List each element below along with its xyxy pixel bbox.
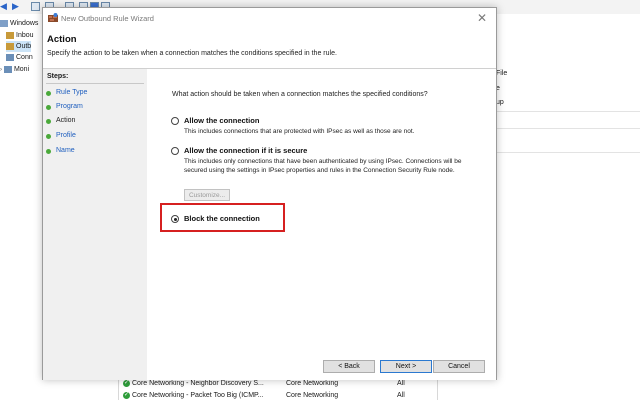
step-status-icon [46,149,51,154]
highlight-box [160,203,285,232]
page-subtitle: Specify the action to be taken when a co… [47,50,337,57]
actions-pane: File e up [496,60,640,160]
firewall-icon [0,19,8,27]
option-label[interactable]: Allow the connection [184,116,259,125]
action-item[interactable]: up [496,99,504,106]
option-description: This includes only connections that have… [184,158,462,174]
step-status-icon [46,105,51,110]
step-label: Profile [56,132,76,139]
rule-name: Core Networking - Neighbor Discovery S..… [132,380,264,387]
question-text: What action should be taken when a conne… [172,91,428,98]
folder-icon[interactable] [31,2,40,11]
tree-item-label: Windows [10,20,39,27]
table-row[interactable]: ✓ Core Networking - Packet Too Big (ICMP.… [123,390,433,401]
tree-item-monitoring[interactable]: › Moni [0,64,29,75]
tree-item-label: Outb [16,43,32,50]
step-name[interactable]: Name [43,145,147,157]
console-tree: Windows Inbou Outb Conn › Moni [0,14,42,400]
step-rule-type[interactable]: Rule Type [43,87,147,99]
step-label: Action [56,117,76,124]
close-icon[interactable]: ✕ [474,10,490,26]
tree-item-label: Moni [13,66,30,73]
allow-radio[interactable] [171,117,179,125]
steps-title: Steps: [47,73,69,80]
tree-item-label: Conn [16,54,33,61]
steps-panel: Steps: Rule Type Program Action Profile … [43,69,147,380]
monitoring-icon [3,65,12,73]
tree-item-firewall[interactable]: Windows [0,18,38,29]
cancel-button[interactable]: Cancel [433,360,485,373]
enabled-check-icon: ✓ [123,379,130,387]
step-program[interactable]: Program [43,101,147,113]
back-button[interactable]: < Back [323,360,375,373]
divider [46,83,144,84]
divider [496,111,640,112]
forward-arrow-icon[interactable]: ▶ [12,2,21,11]
tree-item-connection-security[interactable]: Conn [6,52,33,63]
rules-list: ✓ Core Networking - Neighbor Discovery S.… [118,377,438,400]
titlebar[interactable]: New Outbound Rule Wizard ✕ [43,8,496,29]
step-status-icon [46,91,51,96]
expand-arrow-icon[interactable]: › [0,67,2,73]
allow-secure-radio[interactable] [171,147,179,155]
back-arrow-icon[interactable]: ◀ [0,2,9,11]
tree-item-label: Inbou [16,32,34,39]
customize-button[interactable]: Customize... [184,189,230,201]
outbound-rules-icon [6,42,14,50]
inbound-rules-icon [6,31,14,39]
action-item[interactable]: File [496,70,507,77]
page-title: Action [47,34,77,45]
tree-item-inbound[interactable]: Inbou [6,30,34,41]
connection-security-icon [6,53,14,61]
step-label: Name [56,147,75,154]
rule-profile: All [397,392,405,399]
step-profile[interactable]: Profile [43,130,147,142]
step-action[interactable]: Action [43,115,147,127]
next-button[interactable]: Next > [380,360,432,373]
content-panel: What action should be taken when a conne… [147,69,496,380]
step-label: Rule Type [56,89,88,96]
option-description: This includes connections that are prote… [184,128,415,135]
firewall-icon [48,13,58,22]
enabled-check-icon: ✓ [123,391,130,399]
new-outbound-rule-wizard: New Outbound Rule Wizard ✕ Action Specif… [42,7,497,380]
divider [496,128,640,129]
step-label: Program [56,103,83,110]
rule-name: Core Networking - Packet Too Big (ICMP..… [132,392,264,399]
window-title: New Outbound Rule Wizard [61,14,154,23]
tree-item-outbound[interactable]: Outb [6,41,32,52]
step-status-icon [46,134,51,139]
step-status-icon [46,119,51,124]
option-label[interactable]: Allow the connection if it is secure [184,146,307,155]
divider [496,152,640,153]
rule-group: Core Networking [286,392,339,399]
